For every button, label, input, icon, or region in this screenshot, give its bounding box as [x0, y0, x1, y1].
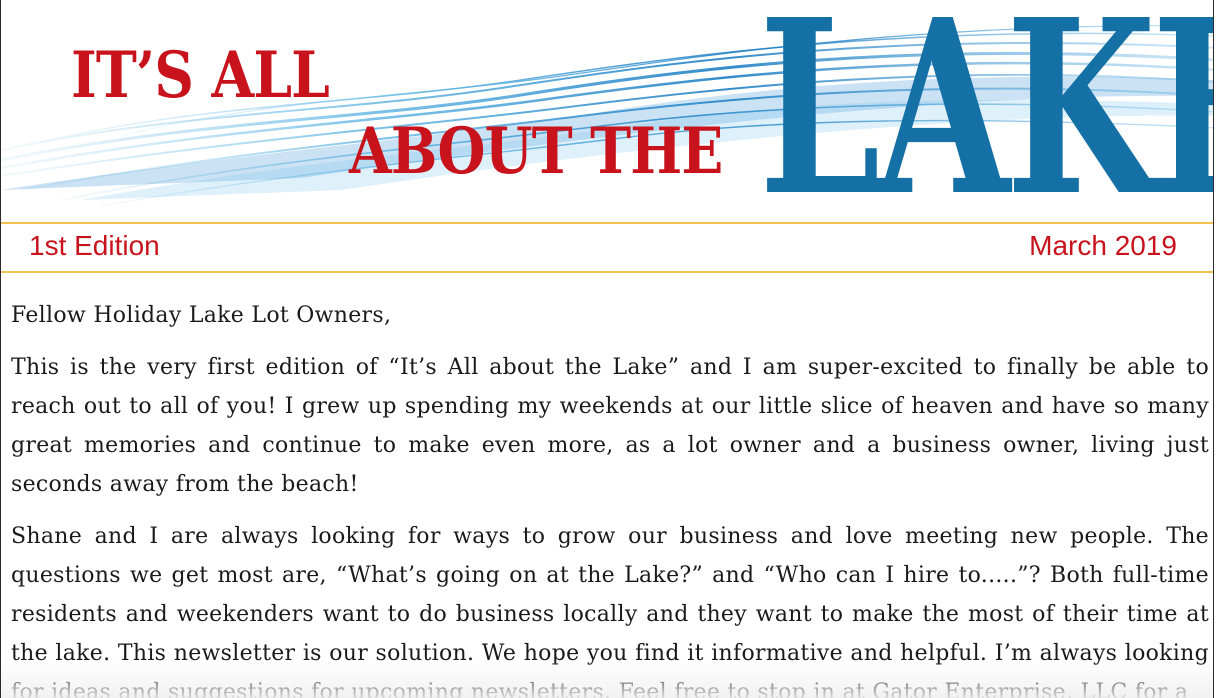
paragraph-business: Shane and I are always looking for ways … — [11, 524, 1209, 698]
paragraph-intro: This is the very first edition of “It’s … — [11, 355, 1209, 497]
letter-body: Fellow Holiday Lake Lot Owners, This is … — [11, 296, 1209, 698]
divider-bottom — [1, 271, 1213, 273]
masthead: IT’S ALL ABOUT THE LAKE — [1, 0, 1213, 249]
masthead-title-line3: LAKE — [759, 0, 1213, 249]
divider-top — [1, 222, 1213, 224]
edition-label: 1st Edition — [29, 230, 160, 261]
masthead-title-line2: ABOUT THE — [349, 114, 723, 189]
newsletter-page: IT’S ALL ABOUT THE LAKE 1st Edition Marc… — [0, 0, 1214, 698]
salutation: Fellow Holiday Lake Lot Owners, — [11, 303, 392, 328]
masthead-title-line1: IT’S ALL — [71, 38, 330, 113]
issue-date: March 2019 — [1029, 230, 1177, 261]
